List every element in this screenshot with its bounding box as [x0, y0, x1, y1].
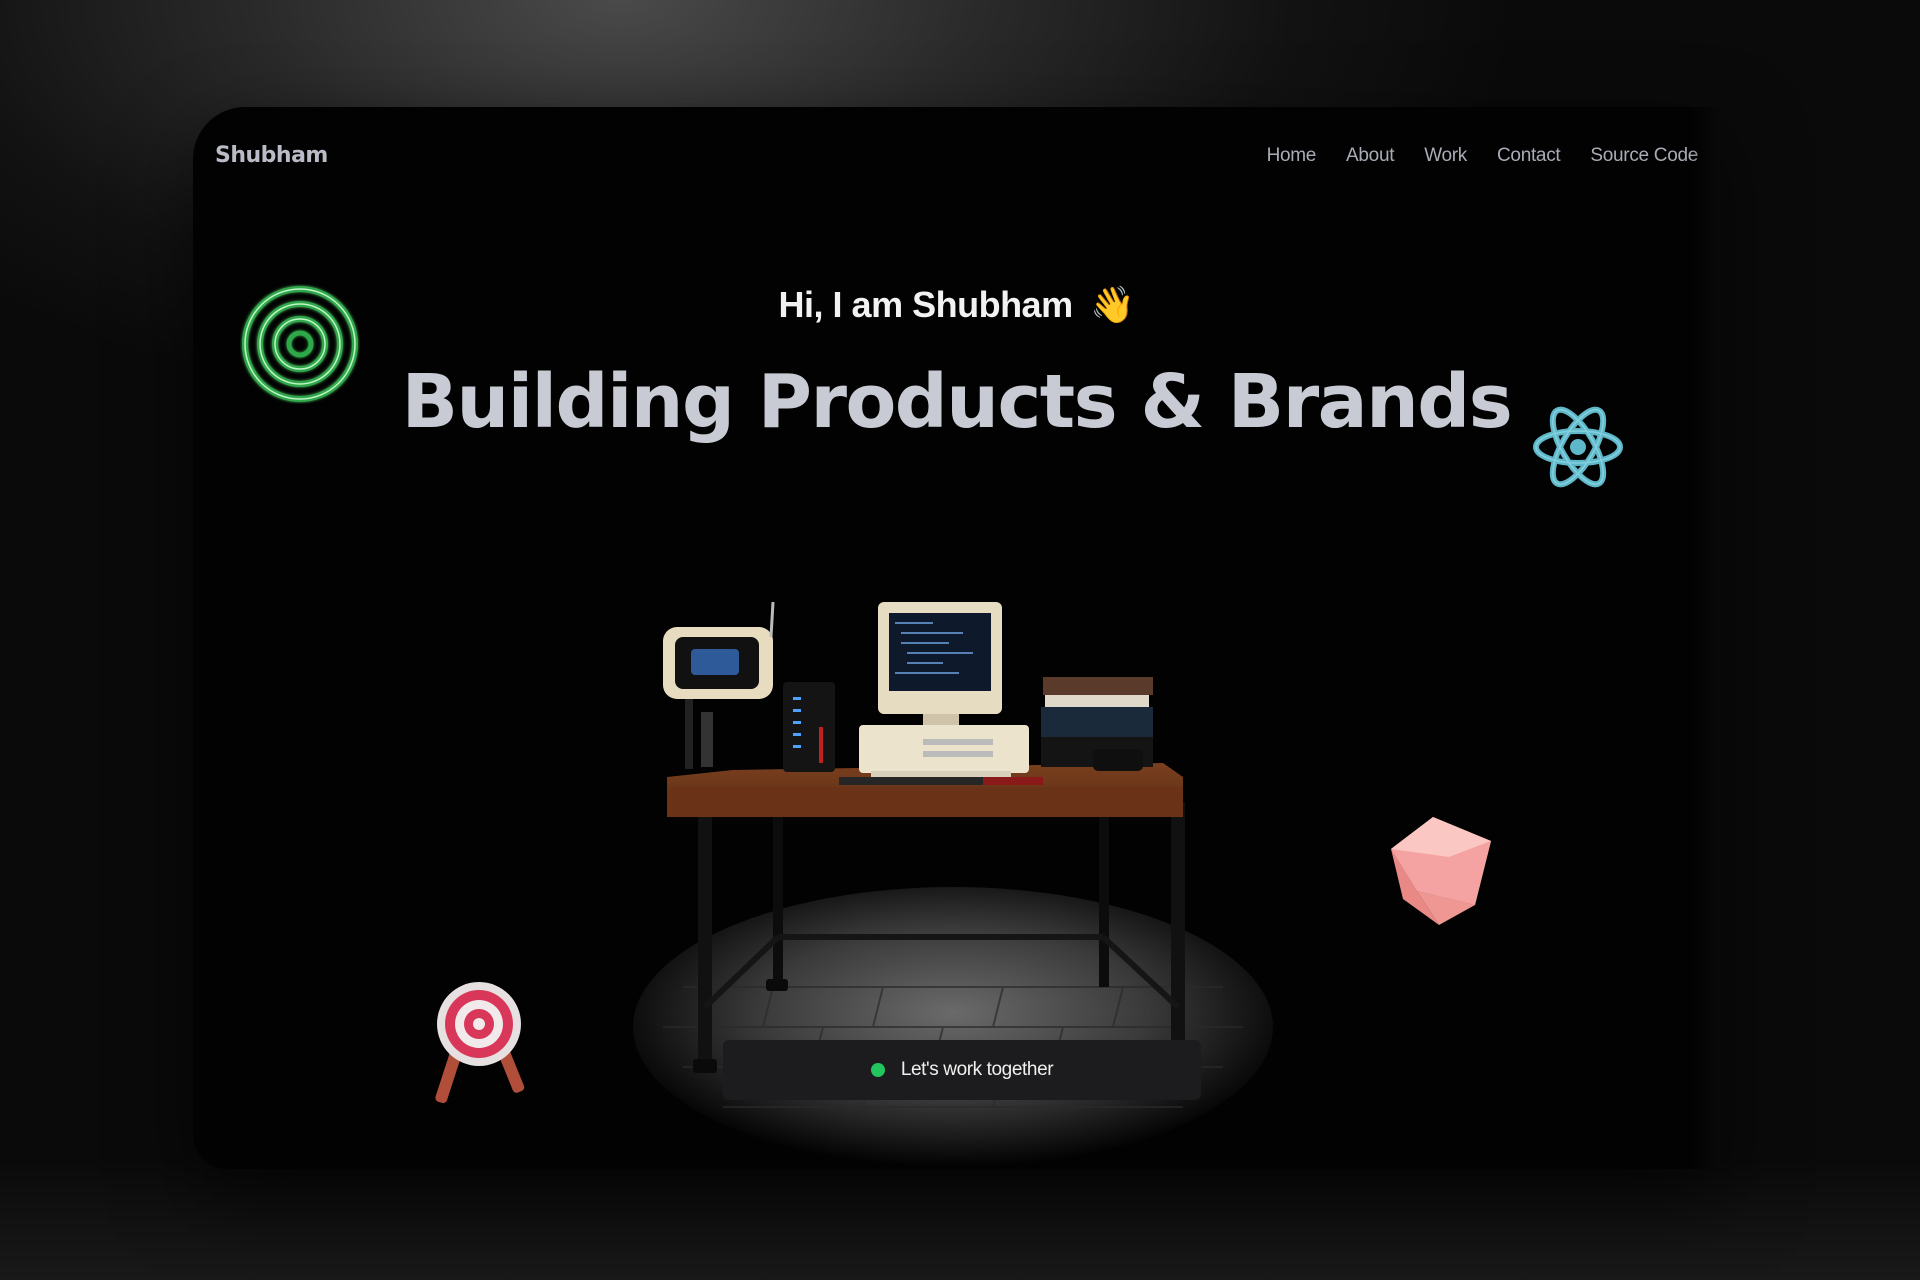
- nav-link-contact[interactable]: Contact: [1497, 145, 1561, 167]
- brand-logo[interactable]: Shubham: [215, 143, 328, 168]
- hero-headline: Building Products & Brands: [401, 359, 1513, 445]
- browser-frame: Shubham Home About Work Contact Source C…: [193, 107, 1720, 1169]
- nav-link-source-code[interactable]: Source Code: [1590, 145, 1698, 167]
- archery-target-icon: [435, 982, 525, 1104]
- navbar: Shubham Home About Work Contact Source C…: [215, 143, 1698, 183]
- cta-label: Let's work together: [900, 1059, 1054, 1080]
- greeting-text: Hi, I am Shubham: [778, 284, 1074, 325]
- pink-cube-icon: [1391, 817, 1491, 925]
- cta-button[interactable]: Let's work together: [723, 1040, 1201, 1100]
- nav-link-work[interactable]: Work: [1424, 145, 1467, 167]
- background-bottom-glow: [0, 1160, 1920, 1280]
- hero-greeting: Hi, I am Shubham 👋: [193, 284, 1720, 326]
- status-dot-icon: [870, 1063, 885, 1077]
- frame-edge-fade: [1690, 107, 1720, 1169]
- react-atom-icon: [1533, 406, 1623, 488]
- nav-link-about[interactable]: About: [1346, 145, 1394, 167]
- nav-links: Home About Work Contact Source Code: [1267, 145, 1699, 167]
- nav-link-home[interactable]: Home: [1267, 145, 1317, 167]
- waving-hand-icon: 👋: [1090, 284, 1135, 325]
- green-concentric-rings-icon: [242, 286, 358, 402]
